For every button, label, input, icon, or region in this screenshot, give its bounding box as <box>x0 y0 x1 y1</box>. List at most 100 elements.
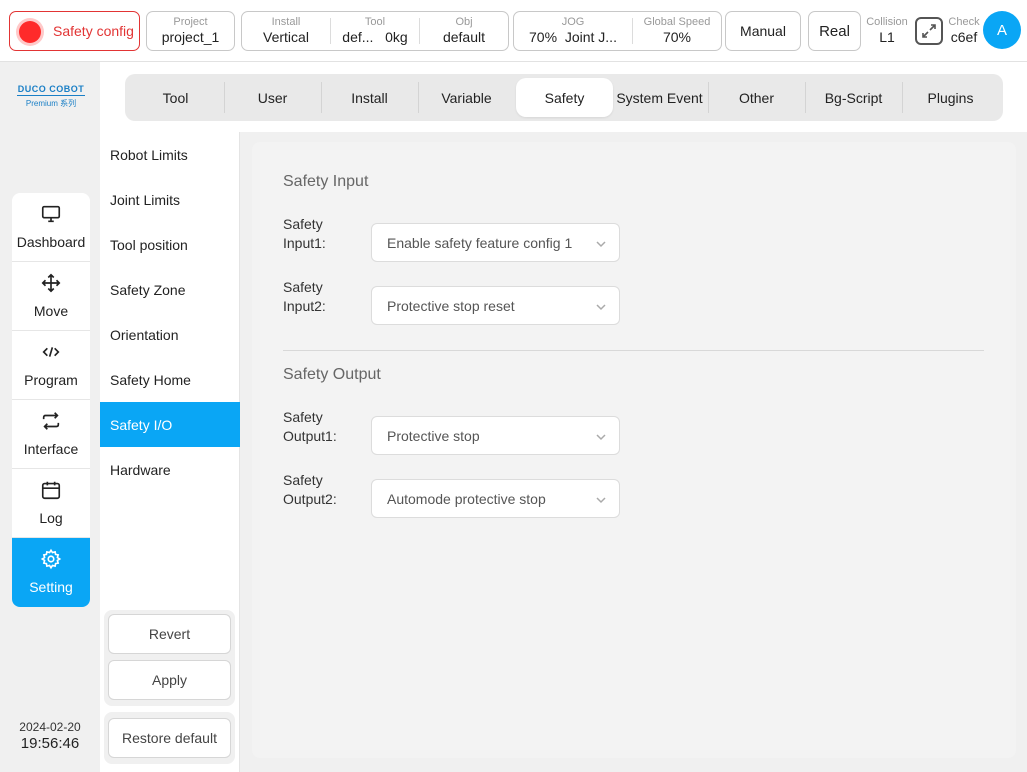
safety-config-button[interactable]: Safety config <box>9 11 140 51</box>
submenu-tool-position[interactable]: Tool position <box>100 222 240 267</box>
install-value: Vertical <box>263 29 309 45</box>
safety-output-heading: Safety Output <box>283 366 381 383</box>
jog-speed-value: 70% <box>529 29 558 45</box>
safety-input2-value: Protective stop reset <box>387 297 515 314</box>
jog-cell[interactable]: JOG 70% Joint J... <box>514 12 632 50</box>
safety-input1-select[interactable]: Enable safety feature config 1 <box>371 223 620 262</box>
safety-input-heading: Safety Input <box>283 173 369 190</box>
safety-output2-select[interactable]: Automode protective stop <box>371 479 620 518</box>
tab-strip: Tool User Install Variable Safety System… <box>125 74 1003 121</box>
nav-interface-label: Interface <box>23 441 79 457</box>
jog-value: 70% Joint J... <box>514 29 632 45</box>
submenu-robot-limits[interactable]: Robot Limits <box>100 132 240 177</box>
revert-button[interactable]: Revert <box>108 614 231 654</box>
obj-value: default <box>442 29 486 45</box>
current-time: 19:56:46 <box>20 735 80 752</box>
safety-input1-label-line2: Input1: <box>283 235 326 251</box>
action-group: Revert Apply <box>104 610 235 706</box>
nav-dashboard-label: Dashboard <box>16 234 86 250</box>
tab-variable[interactable]: Variable <box>418 74 515 121</box>
restore-group: Restore default <box>104 712 235 764</box>
collision-indicator[interactable]: Collision L1 <box>862 11 912 49</box>
nav-move-label: Move <box>33 303 69 319</box>
project-value: project_1 <box>161 29 220 45</box>
apply-button[interactable]: Apply <box>108 660 231 700</box>
jog-mode-value: Joint J... <box>564 29 617 45</box>
submenu-safety-zone[interactable]: Safety Zone <box>100 267 240 312</box>
tool-config-group[interactable]: Install Vertical Tool def... 0kg Obj def… <box>241 11 509 51</box>
submenu-joint-limits[interactable]: Joint Limits <box>100 177 240 222</box>
global-speed-label: Global Speed <box>643 16 711 28</box>
safety-input1-label-line1: Safety <box>283 216 323 232</box>
safety-output1-value: Protective stop <box>387 427 480 444</box>
tab-install[interactable]: Install <box>321 74 418 121</box>
tab-system-event[interactable]: System Event <box>611 74 708 121</box>
tab-user[interactable]: User <box>224 74 321 121</box>
submenu-safety-io[interactable]: Safety I/O <box>100 402 240 447</box>
project-selector[interactable]: Project project_1 <box>146 11 235 51</box>
nav-log-label: Log <box>39 510 63 526</box>
global-speed-cell[interactable]: Global Speed 70% <box>633 12 721 50</box>
collision-label: Collision <box>866 16 908 28</box>
safety-config-label: Safety config <box>53 23 134 39</box>
nav-program-label: Program <box>24 372 78 388</box>
safety-output1-select[interactable]: Protective stop <box>371 416 620 455</box>
top-bar: Safety config Project project_1 Install … <box>0 0 1027 62</box>
user-avatar[interactable]: A <box>983 11 1021 49</box>
safety-input1-label: Safety Input1: <box>283 215 363 253</box>
safety-input2-label-line2: Input2: <box>283 298 326 314</box>
tab-safety[interactable]: Safety <box>516 78 613 117</box>
install-cell[interactable]: Install Vertical <box>242 12 330 50</box>
safety-io-panel: Safety Input Safety Input1: Enable safet… <box>252 142 1016 758</box>
submenu-orientation[interactable]: Orientation <box>100 312 240 357</box>
project-label: Project <box>173 16 208 28</box>
nav-program[interactable]: Program <box>12 331 90 400</box>
tab-other[interactable]: Other <box>708 74 805 121</box>
monitor-icon <box>40 203 62 225</box>
submenu-hardware[interactable]: Hardware <box>100 447 240 492</box>
safety-input2-select[interactable]: Protective stop reset <box>371 286 620 325</box>
tab-bg-script[interactable]: Bg-Script <box>805 74 902 121</box>
section-divider <box>283 350 984 351</box>
tool-label: Tool <box>364 16 386 28</box>
safety-output1-label-line1: Safety <box>283 409 323 425</box>
restore-default-button[interactable]: Restore default <box>108 718 231 758</box>
nav-setting-label: Setting <box>29 579 73 595</box>
main-nav: Dashboard Move Program Interface Log Set… <box>12 193 90 607</box>
nav-dashboard[interactable]: Dashboard <box>12 193 90 262</box>
nav-log[interactable]: Log <box>12 469 90 538</box>
manual-mode-button[interactable]: Manual <box>725 11 801 51</box>
global-speed-value: 70% <box>662 29 692 45</box>
logo-sub-text: Premium 系列 <box>25 99 77 108</box>
expand-icon[interactable] <box>915 17 943 45</box>
safety-input2-label: Safety Input2: <box>283 278 363 316</box>
submenu-safety-home[interactable]: Safety Home <box>100 357 240 402</box>
obj-cell[interactable]: Obj default <box>420 12 508 50</box>
tool-cell[interactable]: Tool def... 0kg <box>331 12 419 50</box>
safety-input1-value: Enable safety feature config 1 <box>387 234 573 251</box>
tab-tool[interactable]: Tool <box>127 74 224 121</box>
chevron-down-icon <box>595 237 607 249</box>
tab-plugins[interactable]: Plugins <box>902 74 999 121</box>
swap-arrows-icon <box>40 410 62 432</box>
nav-interface[interactable]: Interface <box>12 400 90 469</box>
code-icon <box>40 341 62 363</box>
check-value: c6ef <box>950 29 978 45</box>
real-mode-button[interactable]: Real <box>808 11 861 51</box>
check-label: Check <box>948 16 980 28</box>
check-indicator[interactable]: Check c6ef <box>940 11 988 49</box>
move-arrows-icon <box>40 272 62 294</box>
speed-group[interactable]: JOG 70% Joint J... Global Speed 70% <box>513 11 722 51</box>
nav-move[interactable]: Move <box>12 262 90 331</box>
safety-output2-label-line2: Output2: <box>283 491 337 507</box>
jog-label: JOG <box>561 16 585 28</box>
alarm-indicator-icon <box>19 21 41 43</box>
calendar-icon <box>40 479 62 501</box>
clock: 2024-02-20 19:56:46 <box>0 720 100 752</box>
collision-value: L1 <box>879 29 895 45</box>
chevron-down-icon <box>595 430 607 442</box>
nav-setting[interactable]: Setting <box>12 538 90 607</box>
left-navigation: DUCO COBOT Premium 系列 Dashboard Move Pro… <box>0 62 100 772</box>
tool-value: def... 0kg <box>331 29 419 45</box>
tool-name-value: def... <box>342 29 374 45</box>
